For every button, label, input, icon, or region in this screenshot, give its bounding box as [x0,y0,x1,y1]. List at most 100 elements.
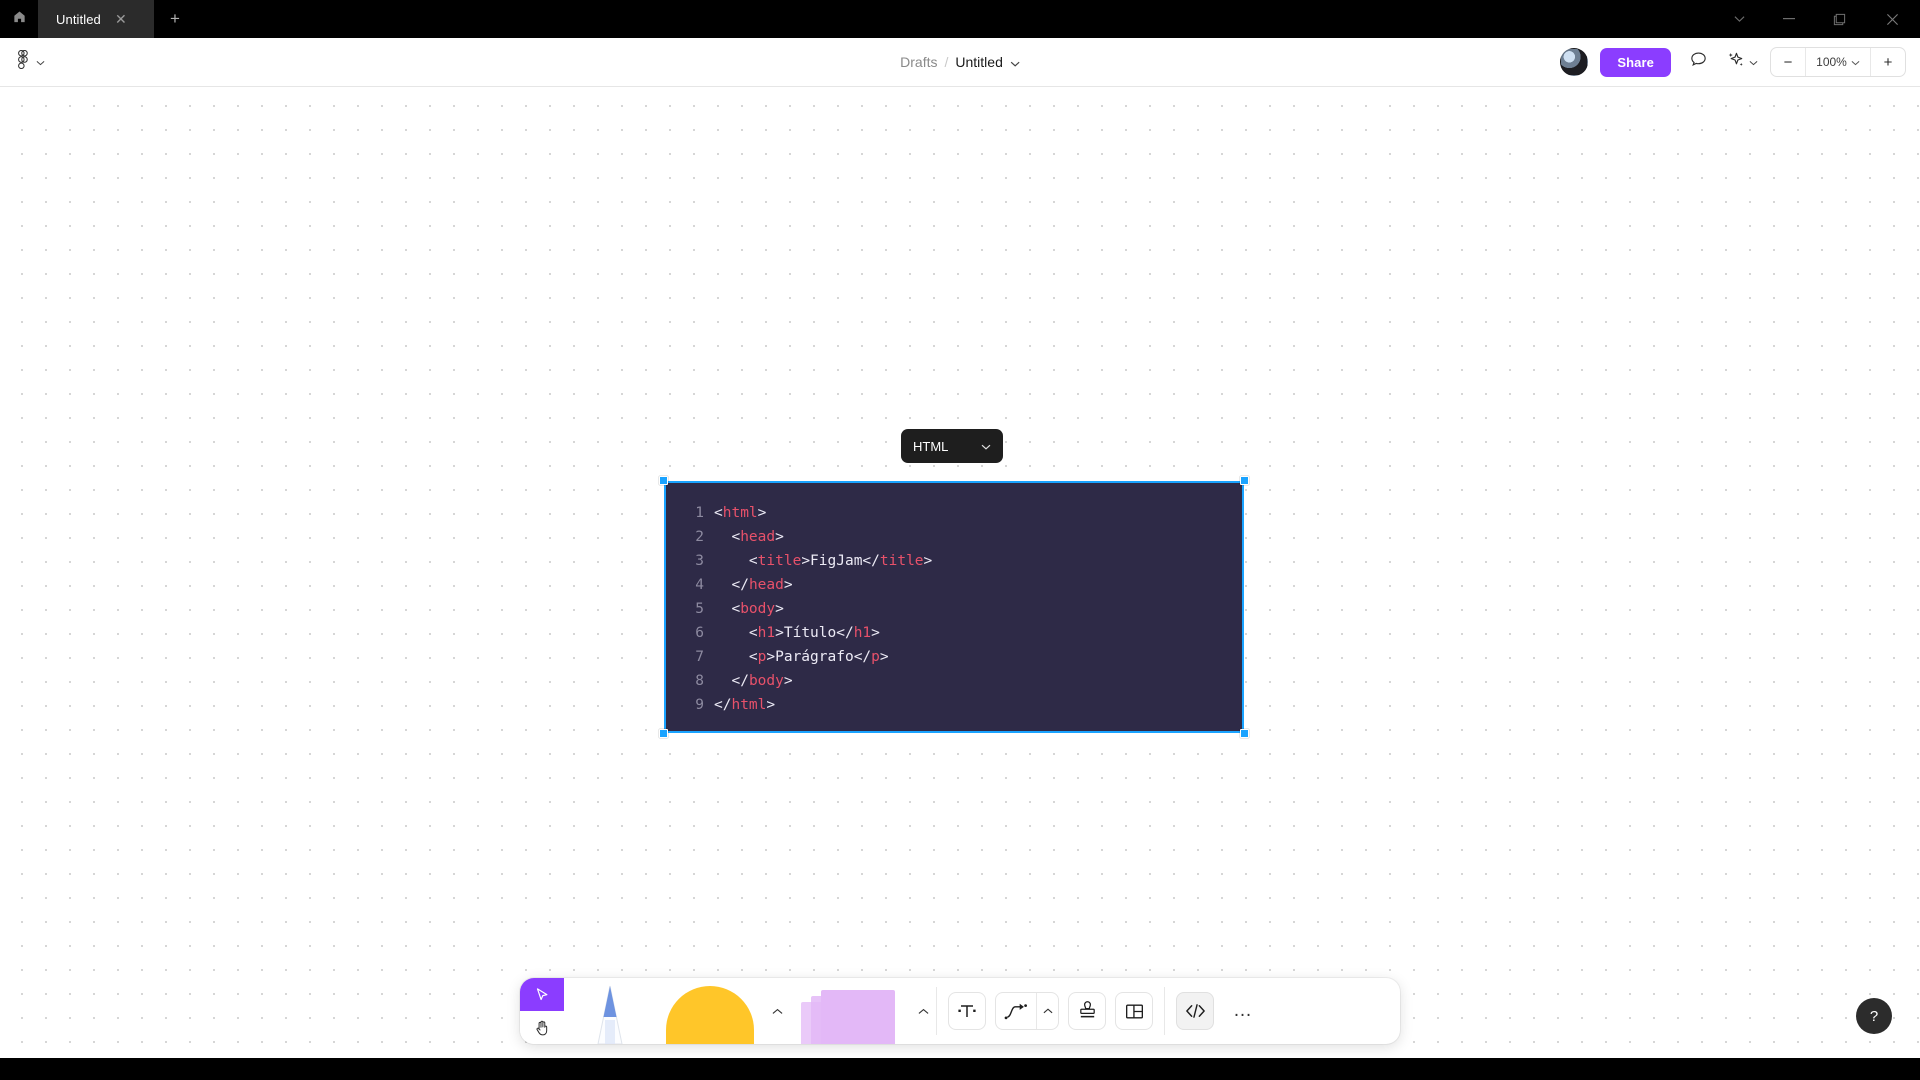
code-text-token: > [783,577,793,593]
breadcrumb-filename[interactable]: Untitled [955,54,1002,70]
code-line: 2 <head> [666,525,1242,549]
code-line-number: 8 [695,673,704,689]
window-maximize-button[interactable] [1814,0,1864,38]
code-line: 7 <p>Parágrafo</p> [666,645,1242,669]
more-tools-button[interactable]: … [1223,1000,1263,1022]
new-tab-button[interactable]: + [154,0,196,38]
code-tag-token: body [740,601,776,617]
code-text-token: > [923,553,933,569]
code-line-text: <h1>Título</h1> [714,621,880,645]
code-line-number: 7 [695,649,704,665]
code-block-node[interactable]: 1 <html> 2 <head> 3 <title>FigJam</title> 4 … [659,476,1249,738]
breadcrumb-folder[interactable]: Drafts [900,54,937,70]
shape-tool[interactable] [656,978,764,1044]
code-text-token: < [731,529,741,545]
zoom-level-dropdown[interactable]: 100% [1805,48,1871,76]
hand-tool[interactable] [520,1011,564,1044]
code-block-content[interactable]: 1 <html> 2 <head> 3 <title>FigJam</title> 4 … [664,481,1244,733]
code-language-chevron-down-icon [981,437,991,455]
shape-tool-chevron-up-icon[interactable] [764,978,790,1044]
stamp-tool[interactable] [1068,992,1106,1030]
code-text-token: </ [731,577,749,593]
code-line: 4 </head> [666,573,1242,597]
code-language-selector[interactable]: HTML [901,429,1003,463]
code-tag-token: title [879,553,924,569]
window-close-button[interactable] [1864,0,1920,38]
code-line: 5 <body> [666,597,1242,621]
main-menu-button[interactable] [12,46,51,78]
main-menu-chevron-down-icon [36,53,45,71]
selection-handle-bottom-left[interactable] [659,729,668,738]
code-language-label: HTML [913,438,949,454]
selection-handle-top-left[interactable] [659,476,668,485]
code-text-token: > [783,673,793,689]
figjam-canvas[interactable]: HTML 1 <html> 2 <head> 3 <title>FigJam</tit… [0,88,1920,1058]
breadcrumb-chevron-down-icon[interactable] [1010,54,1020,70]
toolbar-right-group: Share − 100% + [1560,47,1906,77]
code-text-token: >Título</ [775,625,854,641]
code-line-number: 2 [695,529,704,545]
template-tool[interactable] [1115,992,1153,1030]
selection-handle-top-right[interactable] [1240,476,1249,485]
code-text-token: > [871,625,880,641]
zoom-controls: − 100% + [1770,47,1906,77]
code-text-token: >Parágrafo</ [766,649,872,665]
share-button[interactable]: Share [1600,47,1671,77]
titlebar-spacer [196,0,1714,38]
title-bar: Untitled ✕ + [0,0,1920,38]
code-line: 9 </html> [666,693,1242,717]
code-line-text: </body> [714,669,793,693]
help-button[interactable]: ? [1856,998,1892,1034]
selection-handle-bottom-right[interactable] [1240,729,1249,738]
code-line-number: 1 [695,505,704,521]
code-text-token: < [714,505,723,521]
code-line-number: 3 [695,553,704,569]
zoom-chevron-down-icon [1851,55,1860,69]
ai-actions-button[interactable] [1725,49,1758,75]
code-tag-token: p [871,649,880,665]
comment-button[interactable] [1683,47,1713,77]
figma-logo-icon [18,49,31,74]
code-line: 3 <title>FigJam</title> [666,549,1242,573]
text-tool[interactable] [948,992,986,1030]
code-text-token: >FigJam</ [801,553,880,569]
connector-tool[interactable] [996,993,1036,1029]
code-tag-token: h1 [757,625,776,641]
code-text-token: > [757,505,767,521]
code-text-token: > [766,697,776,713]
code-line-text: <head> [714,525,783,549]
browser-tab-untitled[interactable]: Untitled ✕ [38,0,154,38]
code-tag-token: head [740,529,776,545]
breadcrumb-separator: / [944,54,949,70]
code-text-token: </ [731,673,749,689]
cursor-select-tool[interactable] [520,978,564,1011]
code-line: 1 <html> [666,501,1242,525]
bottom-toolbar: … [520,978,1400,1044]
ai-sparkle-icon [1725,49,1746,75]
code-tag-token: title [757,553,802,569]
window-chevron-down-icon[interactable] [1714,0,1764,38]
code-line-text: <body> [714,597,783,621]
app-toolbar: Drafts / Untitled Share − 100% + [0,38,1920,87]
zoom-in-button[interactable]: + [1871,48,1905,76]
code-text-token: > [879,649,889,665]
code-line: 6 <h1>Título</h1> [666,621,1242,645]
zoom-out-button[interactable]: − [1771,48,1805,76]
code-block-tool[interactable] [1176,992,1214,1030]
code-line-number: 9 [695,697,704,713]
sticky-note-tool[interactable] [790,978,910,1044]
code-line-text: </head> [714,573,793,597]
connector-tool-group [995,992,1059,1030]
text-and-connector-group [937,978,1164,1044]
sticky-note-chevron-up-icon[interactable] [910,978,936,1044]
home-button[interactable] [0,0,38,38]
code-text-token: < [731,601,741,617]
avatar[interactable] [1560,48,1589,76]
tab-close-icon[interactable]: ✕ [113,11,129,27]
tab-title: Untitled [56,11,101,27]
code-and-more-group: … [1165,978,1274,1044]
code-text-token: < [748,649,758,665]
marker-pen-tool[interactable] [564,978,656,1044]
window-minimize-button[interactable] [1764,0,1814,38]
connector-chevron-up-icon[interactable] [1036,993,1058,1029]
